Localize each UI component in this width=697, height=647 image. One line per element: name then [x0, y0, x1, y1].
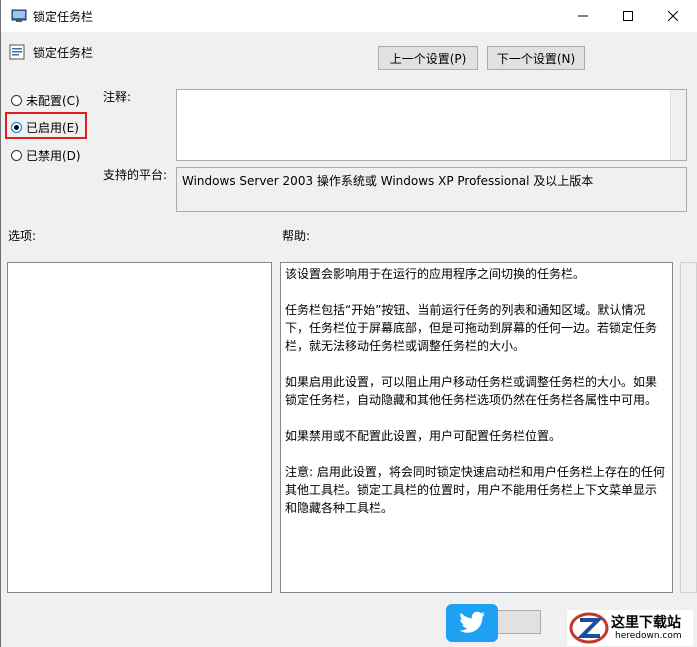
close-button[interactable]	[650, 0, 696, 32]
help-paragraph: 如果禁用或不配置此设置，用户可配置任务栏位置。	[285, 429, 562, 443]
options-panel	[7, 262, 272, 593]
radio-label: 未配置(C)	[26, 93, 80, 108]
previous-setting-button[interactable]: 上一个设置(P)	[378, 46, 478, 70]
enabled-highlight-box	[5, 112, 87, 139]
help-paragraph: 注意: 启用此设置，将会同时锁定快速启动栏和用户任务栏上存在的任何其他工具栏。锁…	[285, 465, 665, 515]
window-title: 锁定任务栏	[33, 10, 94, 24]
platform-label: 支持的平台:	[103, 168, 168, 182]
options-label: 选项:	[8, 229, 37, 243]
twitter-watermark	[446, 604, 498, 642]
next-setting-button[interactable]: 下一个设置(N)	[487, 46, 585, 70]
setting-title: 锁定任务栏	[33, 46, 94, 60]
policy-dialog: 锁定任务栏 锁定任务栏 上一个设置(P) 下一个设置(N) 未配置(C) 已启用…	[0, 0, 697, 647]
comment-textarea[interactable]	[176, 89, 687, 161]
help-paragraph: 该设置会影响用于在运行的应用程序之间切换的任务栏。	[285, 267, 586, 281]
radio-not-configured[interactable]: 未配置(C)	[11, 91, 80, 109]
help-label: 帮助:	[282, 229, 311, 243]
logo-site-url: heredown.com	[615, 631, 682, 641]
close-icon	[668, 11, 678, 21]
logo-z-icon	[569, 612, 609, 644]
platform-readonly-field: Windows Server 2003 操作系统或 Windows XP Pro…	[176, 167, 687, 212]
help-paragraph: 如果启用此设置，可以阻止用户移动任务栏或调整任务栏的大小。如果锁定任务栏，自动隐…	[285, 375, 658, 407]
minimize-button[interactable]	[560, 0, 606, 32]
bird-icon	[459, 611, 485, 633]
window-scrollbar[interactable]	[680, 262, 697, 593]
platform-text: Windows Server 2003 操作系统或 Windows XP Pro…	[182, 174, 594, 188]
comment-label: 注释:	[103, 90, 132, 104]
radio-circle[interactable]	[11, 94, 22, 106]
radio-label: 已禁用(D)	[26, 148, 81, 163]
maximize-button[interactable]	[605, 0, 651, 32]
radio-disabled[interactable]: 已禁用(D)	[11, 146, 81, 164]
policy-window-icon	[11, 9, 27, 22]
logo-site-name: 这里下载站	[611, 615, 681, 631]
site-logo: 这里下载站 heredown.com	[567, 610, 693, 646]
radio-circle[interactable]	[11, 149, 22, 161]
title-bar[interactable]: 锁定任务栏	[1, 0, 697, 32]
help-paragraph: 任务栏包括“开始”按钮、当前运行任务的列表和通知区域。默认情况下，任务栏位于屏幕…	[285, 303, 658, 353]
help-panel: 该设置会影响用于在运行的应用程序之间切换的任务栏。 任务栏包括“开始”按钮、当前…	[280, 262, 673, 593]
setting-icon	[9, 44, 25, 60]
comment-scrollbar[interactable]	[670, 90, 686, 160]
minimize-icon	[578, 15, 588, 17]
maximize-icon	[623, 11, 633, 21]
